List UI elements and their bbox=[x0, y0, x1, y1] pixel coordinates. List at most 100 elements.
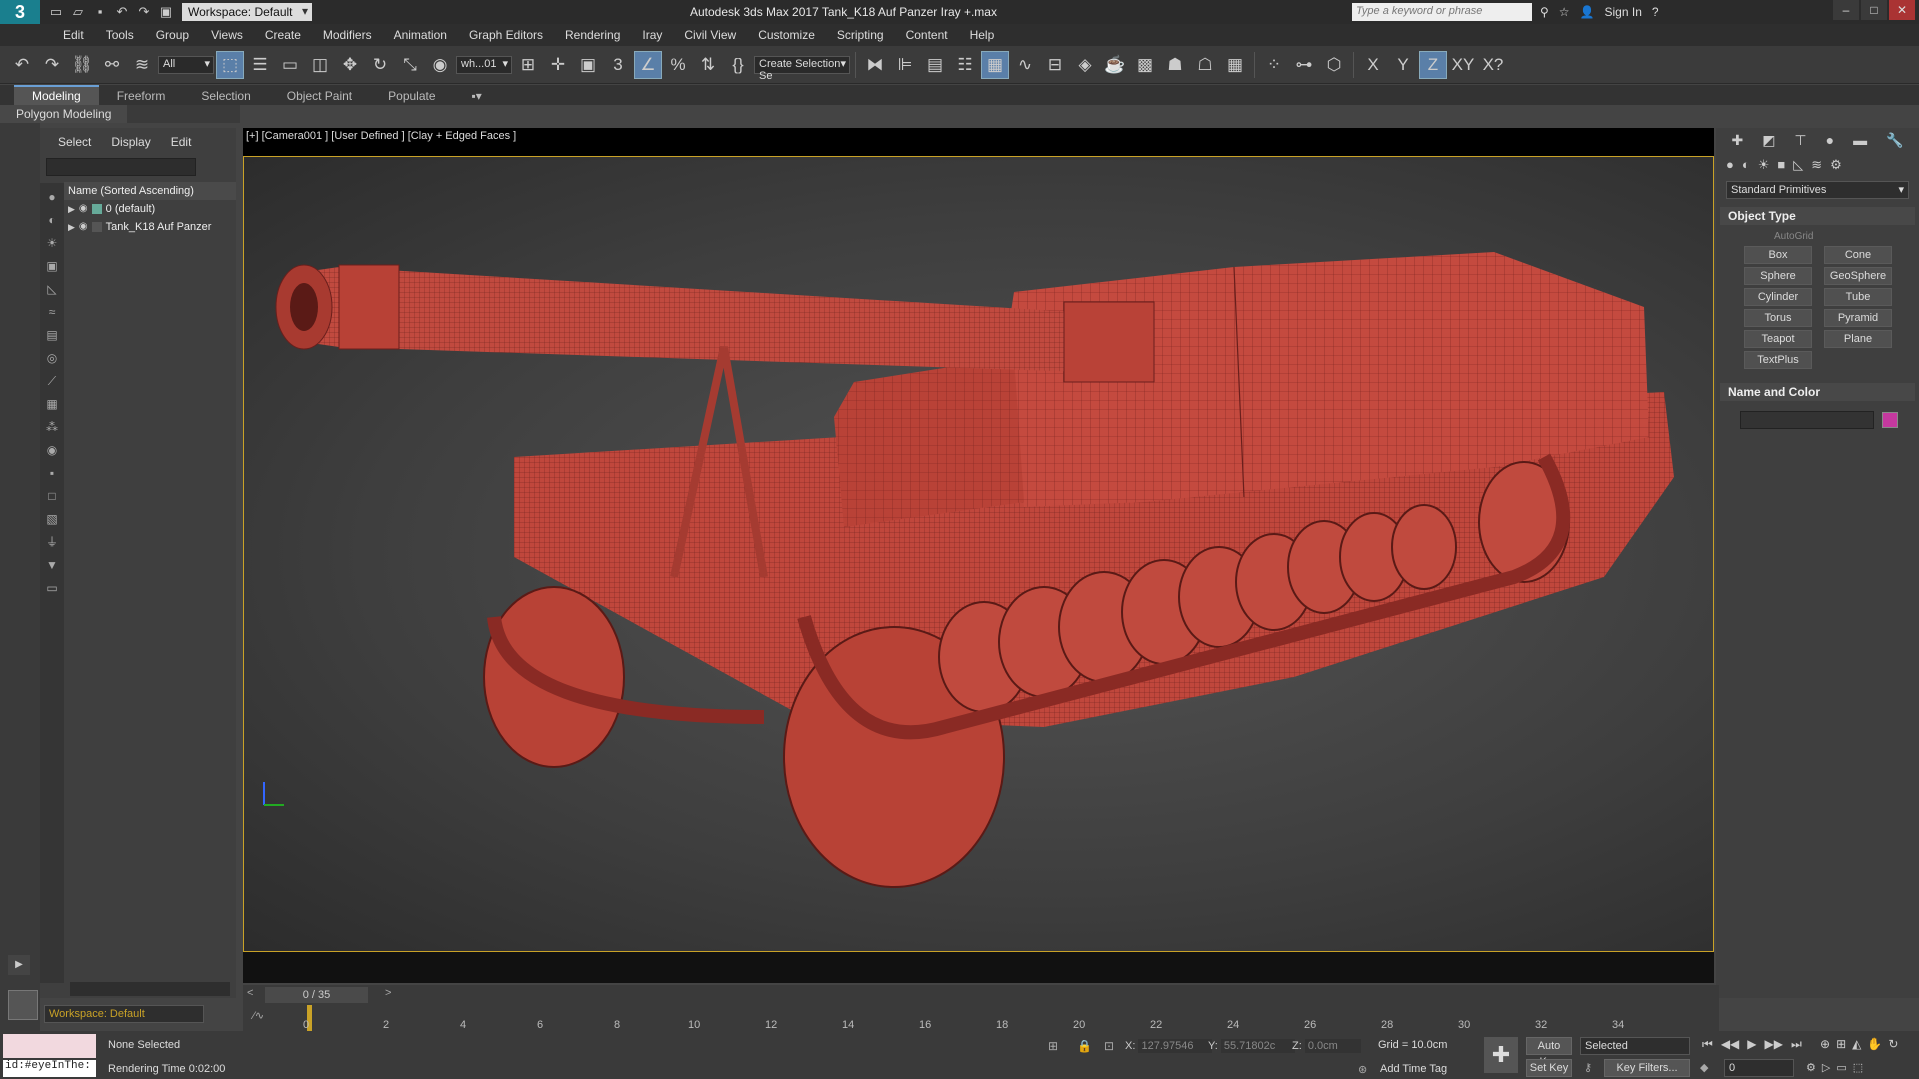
menu-animation[interactable]: Animation bbox=[383, 28, 458, 42]
scene-column-header[interactable]: Name (Sorted Ascending) bbox=[64, 182, 236, 200]
time-slider-thumb[interactable]: 0 / 35 bbox=[265, 987, 368, 1003]
scale-icon[interactable]: ⤡ bbox=[396, 51, 424, 79]
max-toggle-icon[interactable]: ▭ bbox=[1836, 1061, 1846, 1074]
display-groups-icon[interactable]: ▤ bbox=[44, 327, 60, 343]
object-name-field[interactable] bbox=[1740, 411, 1874, 429]
torus-button[interactable]: Torus bbox=[1744, 309, 1812, 327]
menu-iray[interactable]: Iray bbox=[631, 28, 673, 42]
display-frozen-icon[interactable]: ◉ bbox=[44, 442, 60, 458]
menu-graph-editors[interactable]: Graph Editors bbox=[458, 28, 554, 42]
expand-arrow-icon[interactable]: ▶ bbox=[68, 200, 75, 218]
tab-populate[interactable]: Populate bbox=[370, 87, 453, 105]
selection-filter-dropdown[interactable]: All bbox=[158, 55, 214, 74]
walk-through-icon[interactable]: ▷ bbox=[1822, 1061, 1830, 1074]
funnel-icon[interactable]: ▼ bbox=[44, 557, 60, 573]
display-helpers-icon[interactable]: ◺ bbox=[44, 281, 60, 297]
display-xrefs-icon[interactable]: ◎ bbox=[44, 350, 60, 366]
binoculars-icon[interactable]: ⚲ bbox=[1540, 5, 1549, 19]
percent-snap-icon[interactable]: % bbox=[664, 51, 692, 79]
display-tab-icon[interactable]: ▬ bbox=[1853, 132, 1867, 149]
viewport-layout-icon[interactable] bbox=[8, 990, 38, 1020]
timeline[interactable]: ⁄∿ 0 2 4 6 8 10 12 14 16 18 20 22 24 26 … bbox=[243, 1005, 1719, 1031]
curve-editor-icon[interactable]: ∿ bbox=[1011, 51, 1039, 79]
zoom-all-icon[interactable]: ⊞ bbox=[1836, 1037, 1846, 1051]
maxscript-listener-mini[interactable] bbox=[3, 1034, 96, 1058]
bind-spacewarp-icon[interactable]: ≋ bbox=[128, 51, 156, 79]
polygon-modeling-tab[interactable]: Polygon Modeling bbox=[0, 105, 128, 123]
unlink-icon[interactable]: ⚯ bbox=[98, 51, 126, 79]
select-by-name-icon[interactable]: ☰ bbox=[246, 51, 274, 79]
render-iterative-icon[interactable]: ☖ bbox=[1191, 51, 1219, 79]
visibility-eye-icon[interactable]: ◉ bbox=[79, 200, 88, 218]
workspace-selector[interactable]: Workspace: Default bbox=[44, 1005, 204, 1023]
prev-key-icon[interactable]: ◀◀ bbox=[1721, 1037, 1739, 1052]
geosphere-button[interactable]: GeoSphere bbox=[1824, 267, 1892, 285]
display-cameras-icon[interactable]: ▣ bbox=[44, 258, 60, 274]
workspace-dropdown[interactable]: Workspace: Default bbox=[182, 3, 312, 21]
container-icon[interactable]: ⬡ bbox=[1320, 51, 1348, 79]
render-setup-icon[interactable]: ☕ bbox=[1101, 51, 1129, 79]
display-none-icon[interactable]: □ bbox=[44, 488, 60, 504]
menu-help[interactable]: Help bbox=[959, 28, 1006, 42]
display-bones-icon[interactable]: ⟋ bbox=[44, 373, 60, 389]
autogrid-checkbox[interactable]: AutoGrid bbox=[1774, 231, 1919, 242]
hierarchy-tab-icon[interactable]: ⊤ bbox=[1794, 132, 1806, 149]
close-icon[interactable]: ✕ bbox=[1889, 0, 1915, 20]
key-filter-icon[interactable]: ⚷ bbox=[1584, 1061, 1592, 1074]
name-color-rollout[interactable]: Name and Color bbox=[1720, 383, 1915, 401]
menu-customize[interactable]: Customize bbox=[747, 28, 826, 42]
invert-display-icon[interactable]: ▧ bbox=[44, 511, 60, 527]
next-frame-icon[interactable]: > bbox=[385, 987, 391, 999]
object-type-rollout[interactable]: Object Type bbox=[1720, 207, 1915, 225]
menu-group[interactable]: Group bbox=[145, 28, 200, 42]
snaps-toggle-icon[interactable]: 3 bbox=[604, 51, 632, 79]
key-filters-button[interactable]: Key Filters... bbox=[1604, 1059, 1690, 1077]
object-color-swatch[interactable] bbox=[1882, 412, 1898, 428]
textplus-button[interactable]: TextPlus bbox=[1744, 351, 1812, 369]
maximize-viewport-icon[interactable]: ⬚ bbox=[1853, 1061, 1863, 1074]
scene-scrollbar[interactable] bbox=[70, 982, 230, 996]
scene-search-input[interactable] bbox=[46, 158, 196, 176]
sphere-button[interactable]: Sphere bbox=[1744, 267, 1812, 285]
display-spacewarps-icon[interactable]: ≈ bbox=[44, 304, 60, 320]
ruler-icon[interactable]: ⊶ bbox=[1290, 51, 1318, 79]
rendered-frame-icon[interactable]: ▩ bbox=[1131, 51, 1159, 79]
geometry-icon[interactable]: ● bbox=[1726, 157, 1734, 173]
tab-selection[interactable]: Selection bbox=[183, 87, 268, 105]
next-key-icon[interactable]: ▶▶ bbox=[1765, 1037, 1783, 1052]
y-coord-field[interactable]: 55.71802c bbox=[1220, 1039, 1295, 1053]
menu-tools[interactable]: Tools bbox=[95, 28, 145, 42]
set-key-big-icon[interactable]: ✚ bbox=[1484, 1037, 1518, 1073]
current-frame-field[interactable]: 0 bbox=[1724, 1059, 1794, 1077]
time-slider[interactable]: < 0 / 35 > bbox=[243, 985, 1719, 1005]
time-tag-icon[interactable]: ⊛ bbox=[1358, 1063, 1367, 1076]
angle-snap-icon[interactable]: ∠ bbox=[634, 50, 662, 79]
rotate-icon[interactable]: ↻ bbox=[366, 51, 394, 79]
cameras-icon[interactable]: ■ bbox=[1777, 157, 1785, 173]
minimize-icon[interactable]: – bbox=[1833, 0, 1859, 20]
tab-modeling[interactable]: Modeling bbox=[14, 85, 99, 105]
utilities-tab-icon[interactable]: 🔧 bbox=[1886, 132, 1903, 149]
cylinder-button[interactable]: Cylinder bbox=[1744, 288, 1812, 306]
isolate-icon[interactable]: ⊞ bbox=[1048, 1039, 1058, 1053]
render-production-icon[interactable]: ☗ bbox=[1161, 51, 1189, 79]
new-file-icon[interactable]: ▭ bbox=[48, 4, 64, 20]
lights-icon[interactable]: ☀ bbox=[1758, 157, 1770, 173]
z-coord-field[interactable]: 0.0cm bbox=[1304, 1039, 1361, 1053]
menu-content[interactable]: Content bbox=[895, 28, 959, 42]
menu-rendering[interactable]: Rendering bbox=[554, 28, 631, 42]
axis-z-button[interactable]: Z bbox=[1419, 50, 1447, 79]
cone-button[interactable]: Cone bbox=[1824, 246, 1892, 264]
display-all-icon[interactable]: ▪ bbox=[44, 465, 60, 481]
x-coord-field[interactable]: 127.97546 bbox=[1138, 1039, 1213, 1053]
add-time-tag-button[interactable]: Add Time Tag bbox=[1380, 1063, 1447, 1075]
prev-frame-icon[interactable]: < bbox=[247, 987, 253, 999]
pan-icon[interactable]: ✋ bbox=[1867, 1037, 1882, 1051]
undo-icon[interactable]: ↶ bbox=[114, 4, 130, 20]
tab-object-paint[interactable]: Object Paint bbox=[269, 87, 370, 105]
systems-icon[interactable]: ⚙ bbox=[1830, 157, 1842, 173]
pivot-center-icon[interactable]: ⊞ bbox=[514, 51, 542, 79]
display-particles-icon[interactable]: ⁂ bbox=[44, 419, 60, 435]
redo-icon[interactable]: ↷ bbox=[136, 4, 152, 20]
align-icon[interactable]: ⊫ bbox=[891, 51, 919, 79]
